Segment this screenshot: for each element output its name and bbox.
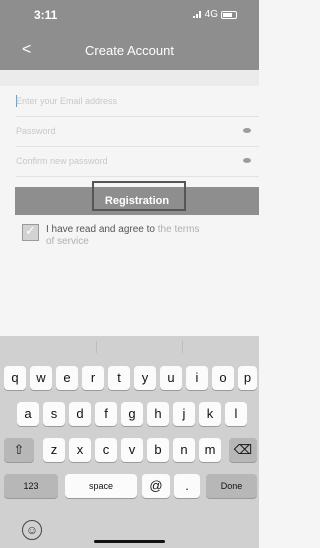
- key-v[interactable]: v: [121, 438, 143, 462]
- key-y[interactable]: y: [134, 366, 156, 390]
- keyboard: q w e r t y u i o p a s d f g h j k l ⇧ …: [0, 336, 259, 548]
- predictive-bar: [0, 336, 259, 358]
- home-indicator[interactable]: [94, 540, 165, 543]
- key-p[interactable]: p: [238, 366, 257, 390]
- key-h[interactable]: h: [147, 402, 169, 426]
- numbers-key[interactable]: 123: [4, 474, 58, 498]
- agree-label: I have read and agree to: [46, 224, 155, 235]
- section-gap: [0, 70, 259, 86]
- key-d[interactable]: d: [69, 402, 91, 426]
- key-q[interactable]: q: [4, 366, 26, 390]
- key-w[interactable]: w: [30, 366, 52, 390]
- key-r[interactable]: r: [82, 366, 104, 390]
- key-x[interactable]: x: [69, 438, 91, 462]
- status-bar: 3:11 4G: [0, 0, 259, 30]
- account-form: Enter your Email address Password Confir…: [0, 86, 259, 177]
- dot-key[interactable]: .: [174, 474, 200, 498]
- password-field[interactable]: Password: [16, 116, 259, 147]
- key-z[interactable]: z: [43, 438, 65, 462]
- email-placeholder: Enter your Email address: [16, 96, 118, 106]
- status-indicators: 4G: [192, 9, 237, 20]
- nav-bar: < Create Account: [0, 30, 259, 70]
- confirm-password-field[interactable]: Confirm new password: [16, 146, 259, 177]
- key-e[interactable]: e: [56, 366, 78, 390]
- key-c[interactable]: c: [95, 438, 117, 462]
- shift-key[interactable]: ⇧: [4, 438, 34, 462]
- eye-icon[interactable]: [243, 128, 251, 133]
- terms-link[interactable]: the terms: [158, 224, 200, 235]
- key-l[interactable]: l: [225, 402, 247, 426]
- done-key[interactable]: Done: [206, 474, 257, 498]
- highlight-box: [92, 181, 186, 211]
- key-k[interactable]: k: [199, 402, 221, 426]
- network-type: 4G: [204, 9, 218, 20]
- password-placeholder: Password: [16, 126, 56, 136]
- key-t[interactable]: t: [108, 366, 130, 390]
- space-key[interactable]: space: [65, 474, 137, 498]
- key-f[interactable]: f: [95, 402, 117, 426]
- emoji-icon[interactable]: ☺: [22, 520, 42, 540]
- key-j[interactable]: j: [173, 402, 195, 426]
- key-g[interactable]: g: [121, 402, 143, 426]
- eye-icon[interactable]: [243, 158, 251, 163]
- key-b[interactable]: b: [147, 438, 169, 462]
- confirm-password-placeholder: Confirm new password: [16, 156, 108, 166]
- key-s[interactable]: s: [43, 402, 65, 426]
- key-u[interactable]: u: [160, 366, 182, 390]
- check-icon: ✓: [25, 223, 36, 238]
- signal-icon: [192, 11, 202, 18]
- key-o[interactable]: o: [212, 366, 234, 390]
- key-a[interactable]: a: [17, 402, 39, 426]
- key-m[interactable]: m: [199, 438, 221, 462]
- terms-link-continued[interactable]: of service: [46, 236, 89, 247]
- agree-text: I have read and agree to the terms: [46, 224, 199, 235]
- terms-agreement: ✓ I have read and agree to the terms of …: [22, 223, 259, 251]
- key-i[interactable]: i: [186, 366, 208, 390]
- at-key[interactable]: @: [142, 474, 170, 498]
- backspace-key[interactable]: ⌫: [229, 438, 257, 462]
- page-title: Create Account: [85, 43, 174, 58]
- email-field[interactable]: Enter your Email address: [16, 86, 259, 117]
- status-time: 3:11: [34, 8, 58, 22]
- agree-checkbox[interactable]: ✓: [22, 223, 39, 241]
- battery-icon: [221, 10, 237, 19]
- key-n[interactable]: n: [173, 438, 195, 462]
